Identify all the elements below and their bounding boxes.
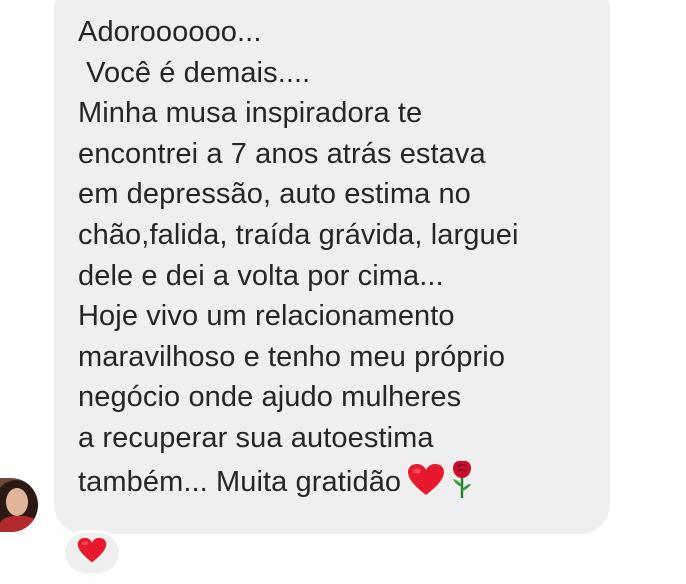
- reaction-badge[interactable]: [62, 530, 122, 576]
- rose-emoji-icon: [449, 459, 475, 511]
- message-line: Você é demais....: [78, 56, 311, 89]
- dm-conversation: Adoroooooo... Você é demais.... Minha mu…: [0, 0, 686, 584]
- message-text: Adoroooooo... Você é demais.... Minha mu…: [78, 12, 588, 510]
- message-line: encontrei a 7 anos atrás estava: [78, 137, 486, 170]
- sender-avatar[interactable]: [0, 478, 38, 532]
- message-line: dele e dei a volta por cima...: [78, 259, 444, 292]
- message-bubble[interactable]: Adoroooooo... Você é demais.... Minha mu…: [54, 0, 610, 534]
- message-line: Adoroooooo...: [78, 16, 262, 48]
- heart-emoji-icon: [407, 463, 445, 509]
- message-line: também... Muita gratidão: [78, 465, 402, 498]
- message-line: Minha musa inspiradora te: [78, 97, 423, 130]
- message-line: chão,falida, traída grávida, larguei: [78, 218, 519, 251]
- message-line: maravilhoso e tenho meu próprio: [78, 340, 506, 373]
- message-line: negócio onde ajudo mulheres: [78, 381, 462, 414]
- message-line: em depressão, auto estima no: [78, 178, 471, 211]
- heart-reaction-icon: [77, 537, 107, 569]
- message-line: a recuperar sua autoestima: [78, 421, 434, 454]
- message-line: Hoje vivo um relacionamento: [78, 300, 455, 333]
